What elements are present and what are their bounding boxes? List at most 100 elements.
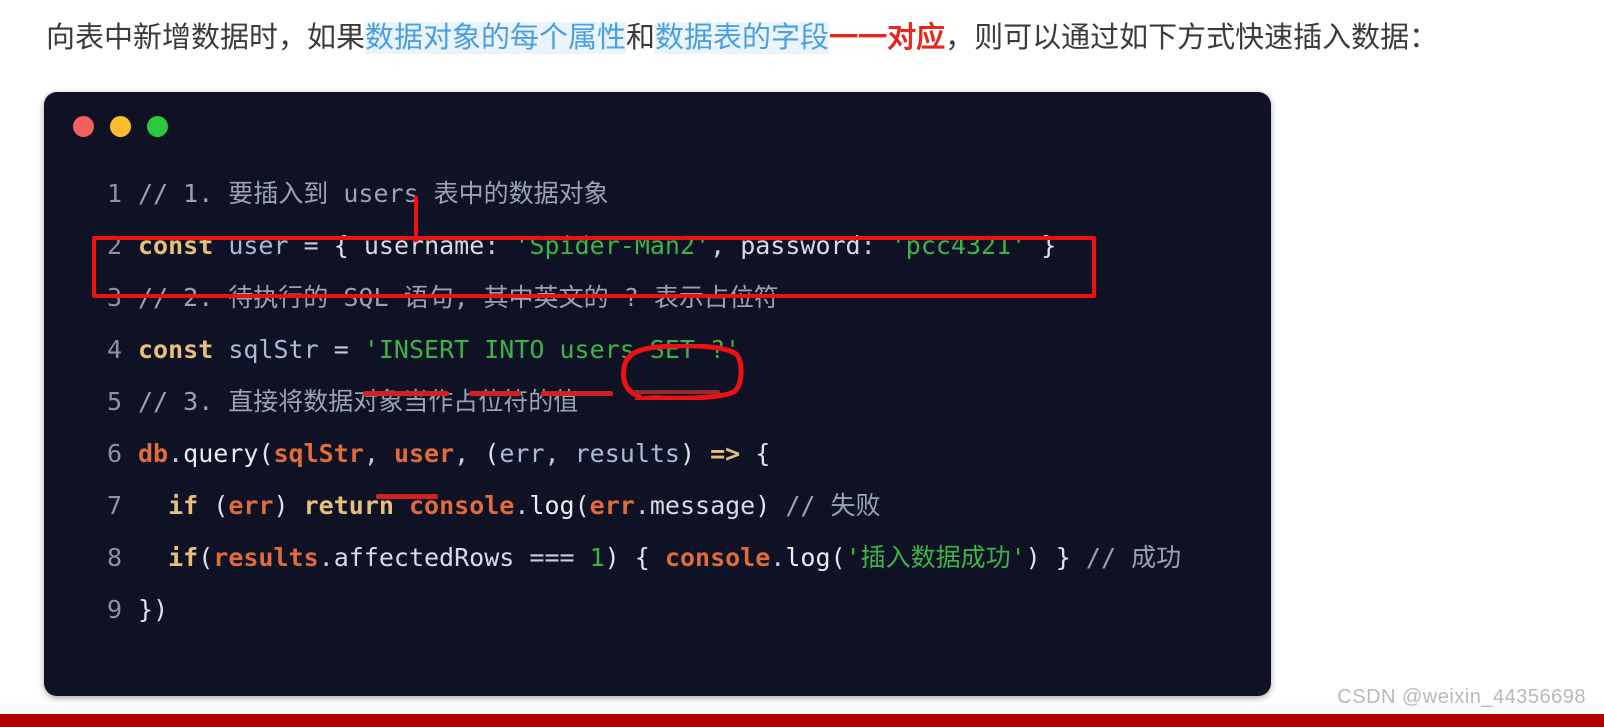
code-token: message (649, 491, 756, 520)
code-token: results (213, 543, 319, 572)
code-token: query (183, 439, 259, 468)
code-token: , (710, 231, 726, 260)
line-number: 6 (106, 439, 122, 468)
code-token: // 2. 待执行的 SQL 语句, 其中英文的 ? 表示占位符 (138, 283, 779, 312)
code-token: ) (153, 595, 169, 624)
page-heading: 向表中新增数据时，如果数据对象的每个属性和数据表的字段一一对应，则可以通过如下方… (46, 16, 1586, 60)
code-token: log (785, 543, 831, 572)
code-token: const (138, 231, 214, 260)
code-token: // 1. 要插入到 users 表中的数据对象 (138, 179, 609, 208)
code-token: '插入数据成功' (845, 543, 1026, 572)
close-button[interactable] (73, 116, 94, 137)
code-line: 1 // 1. 要插入到 users 表中的数据对象 (44, 168, 1271, 220)
code-token: { (755, 439, 771, 468)
annotation-underline-users (541, 391, 613, 396)
code-token: sqlStr (273, 439, 364, 468)
code-token: if (168, 543, 199, 572)
code-token: err (589, 491, 635, 520)
code-token: // 失败 (785, 491, 881, 520)
code-token: === (529, 543, 575, 572)
code-token: ( (484, 439, 500, 468)
code-token: , (544, 439, 560, 468)
code-token: , (454, 439, 470, 468)
code-line: 2 const user = { username: 'Spider-Man2',… (44, 220, 1271, 272)
code-token: ) (755, 491, 771, 520)
code-line: 7 if (err) return console.log(err.messag… (44, 480, 1271, 532)
code-token: } (1055, 543, 1071, 572)
annotation-underline-user-arg (376, 494, 438, 499)
code-line: 4 const sqlStr = 'INSERT INTO users SET ?… (44, 324, 1271, 376)
code-token: { (634, 543, 650, 572)
annotation-underline-insert (363, 391, 449, 396)
code-window: 1 // 1. 要插入到 users 表中的数据对象 2 const user = {… (44, 92, 1271, 696)
minimize-button[interactable] (110, 116, 131, 137)
code-token: ( (830, 543, 846, 572)
code-token: = (303, 231, 319, 260)
maximize-button[interactable] (147, 116, 168, 137)
line-number: 4 (106, 335, 122, 364)
line-number: 1 (106, 179, 122, 208)
annotation-underline-set (634, 390, 720, 394)
line-number: 8 (106, 543, 122, 572)
heading-segment-2: 和 (626, 22, 656, 54)
code-line: 9}) (44, 584, 1271, 636)
code-token: user (393, 439, 455, 468)
csdn-watermark: CSDN @weixin_44356698 (1337, 686, 1586, 708)
line-number: 7 (106, 491, 122, 520)
code-token: { (333, 231, 349, 260)
code-window-titlebar (44, 92, 1271, 168)
code-token: 'pcc4321' (890, 231, 1027, 260)
code-token: : (484, 231, 500, 260)
code-token: // 成功 (1085, 543, 1182, 572)
code-token: = (333, 335, 349, 364)
code-token: sqlStr (228, 335, 319, 364)
code-token: . (634, 491, 650, 520)
code-token: ( (258, 439, 274, 468)
code-token: db (138, 439, 169, 468)
code-line: 5// 3. 直接将数据对象当作占位符的值 (44, 376, 1271, 428)
code-token: log (529, 491, 575, 520)
code-token: const (138, 335, 214, 364)
code-token: , (363, 439, 379, 468)
code-token: password (740, 231, 861, 260)
code-token: username (363, 231, 485, 260)
code-token: if (168, 491, 199, 520)
code-token: ( (574, 491, 590, 520)
code-block[interactable]: 1 // 1. 要插入到 users 表中的数据对象 2 const user = {… (44, 168, 1271, 636)
code-token: err (499, 439, 545, 468)
code-line: 3 // 2. 待执行的 SQL 语句, 其中英文的 ? 表示占位符 (44, 272, 1271, 324)
code-token: } (138, 595, 154, 624)
line-number: 5 (106, 387, 122, 416)
code-token: . (318, 543, 334, 572)
code-token: err (228, 491, 274, 520)
heading-segment-1: 数据对象的每个属性 (365, 22, 627, 54)
code-token: affectedRows (333, 543, 515, 572)
heading-segment-3: 数据表的字段 (655, 22, 830, 54)
code-token: => (710, 439, 741, 468)
code-line: 6 db.query(sqlStr, user, (err, results) =… (44, 428, 1271, 480)
footer-bar (0, 714, 1604, 727)
line-number: 2 (106, 231, 122, 260)
code-token: } (1041, 231, 1057, 260)
